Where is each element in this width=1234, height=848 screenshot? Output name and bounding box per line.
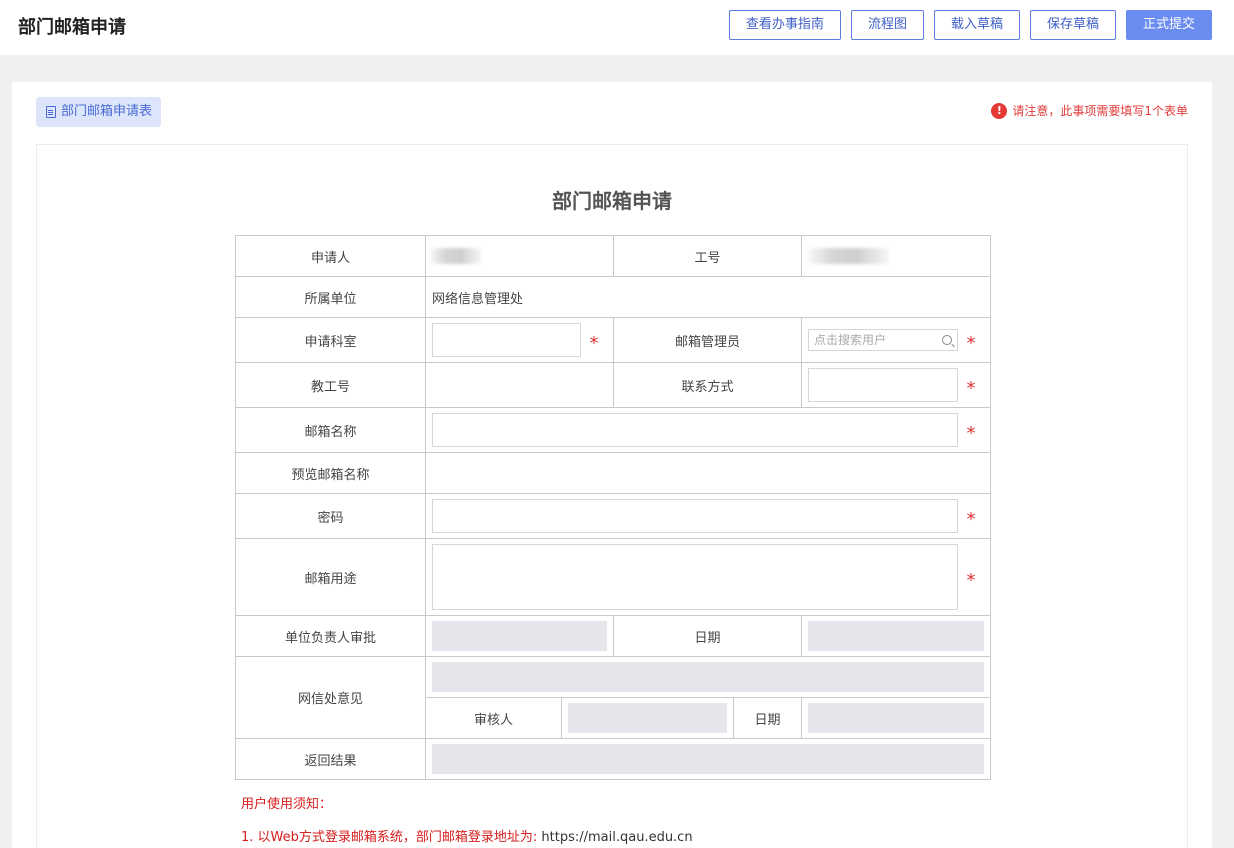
- label-staff-no: 工号: [613, 235, 802, 277]
- unit-leader-review-field: [432, 621, 607, 651]
- redacted-name: [430, 248, 482, 264]
- label-purpose: 邮箱用途: [235, 538, 426, 616]
- document-icon: [46, 106, 56, 118]
- label-unit: 所属单位: [235, 276, 426, 318]
- network-office-opinion-field: [432, 662, 984, 692]
- admin-search-input[interactable]: 点击搜索用户: [808, 329, 958, 351]
- preview-name-value: [425, 452, 991, 494]
- required-mark: *: [966, 569, 976, 591]
- toolbar: 查看办事指南 流程图 载入草稿 保存草稿 正式提交: [728, 10, 1212, 40]
- label-reviewer: 审核人: [425, 697, 562, 739]
- purpose-textarea[interactable]: [432, 544, 958, 610]
- form-row-mailbox-name: 邮箱名称 *: [235, 407, 991, 453]
- warning-icon: !: [991, 102, 1008, 119]
- form-row-unit-review: 单位负责人审批 日期: [235, 615, 991, 657]
- reviewer-field: [568, 703, 727, 733]
- password-input[interactable]: [432, 499, 958, 533]
- form-container: 部门邮箱申请 申请人 工号 所属单位 网络信息管理处 申请科室 * 邮箱管理员 …: [36, 144, 1188, 848]
- form-row-purpose: 邮箱用途 *: [235, 538, 991, 616]
- contact-input[interactable]: [808, 368, 958, 402]
- unit-review-date-field: [808, 621, 984, 651]
- notes-item-1-text: 1. 以Web方式登录邮箱系统，部门邮箱登录地址为:: [241, 830, 542, 845]
- form-row-teacher-no: 教工号 联系方式 *: [235, 362, 991, 408]
- label-contact: 联系方式: [613, 362, 802, 408]
- notice: ! 请注意，此事项需要填写1个表单: [991, 102, 1188, 119]
- redacted-staff-no: [808, 248, 890, 264]
- label-password: 密码: [235, 493, 426, 539]
- label-date: 日期: [613, 615, 802, 657]
- label-applicant: 申请人: [235, 235, 426, 277]
- label-section: 申请科室: [235, 317, 426, 363]
- submit-button[interactable]: 正式提交: [1125, 10, 1212, 40]
- notice-text: 请注意，此事项需要填写1个表单: [1012, 104, 1188, 118]
- label-unit-leader-review: 单位负责人审批: [235, 615, 426, 657]
- load-draft-button[interactable]: 载入草稿: [933, 10, 1020, 40]
- form-row-applicant: 申请人 工号: [235, 235, 991, 277]
- form-row-network-opinion: 网信处意见: [235, 656, 991, 739]
- form-row-unit: 所属单位 网络信息管理处: [235, 276, 991, 318]
- form-row-preview-name: 预览邮箱名称: [235, 452, 991, 494]
- label-mailbox-name: 邮箱名称: [235, 407, 426, 453]
- required-mark: *: [966, 422, 976, 444]
- tab-form-label: 部门邮箱申请表: [61, 104, 153, 119]
- form-card: 部门邮箱申请表 ! 请注意，此事项需要填写1个表单 部门邮箱申请 申请人 工号 …: [12, 82, 1212, 848]
- label-result: 返回结果: [235, 738, 426, 780]
- flowchart-button[interactable]: 流程图: [850, 10, 924, 40]
- save-draft-button[interactable]: 保存草稿: [1029, 10, 1116, 40]
- mail-login-url[interactable]: https://mail.qau.edu.cn: [541, 830, 692, 845]
- required-mark: *: [966, 377, 976, 399]
- mailbox-name-input[interactable]: [432, 413, 958, 447]
- tab-form[interactable]: 部门邮箱申请表: [36, 97, 162, 127]
- form-row-password: 密码 *: [235, 493, 991, 539]
- section-input[interactable]: [432, 323, 581, 357]
- form-row-section: 申请科室 * 邮箱管理员 点击搜索用户 *: [235, 317, 991, 363]
- page-title: 部门邮箱申请: [18, 17, 126, 38]
- label-review-date: 日期: [733, 697, 802, 739]
- applicant-value: [425, 235, 614, 277]
- unit-value: 网络信息管理处: [425, 276, 991, 318]
- required-mark: *: [589, 332, 599, 354]
- usage-notes: 用户使用须知： 1. 以Web方式登录邮箱系统，部门邮箱登录地址为: https…: [241, 793, 693, 848]
- notes-heading: 用户使用须知：: [241, 797, 333, 812]
- review-date-field: [808, 703, 984, 733]
- guide-button[interactable]: 查看办事指南: [728, 10, 841, 40]
- application-form-table: 申请人 工号 所属单位 网络信息管理处 申请科室 * 邮箱管理员 点击搜索用户 …: [235, 235, 991, 780]
- teacher-no-value: [425, 362, 614, 408]
- notes-item-1: 1. 以Web方式登录邮箱系统，部门邮箱登录地址为: https://mail.…: [241, 826, 693, 845]
- label-preview-name: 预览邮箱名称: [235, 452, 426, 494]
- required-mark: *: [966, 332, 976, 354]
- label-network-office-opinion: 网信处意见: [235, 656, 426, 739]
- label-teacher-no: 教工号: [235, 362, 426, 408]
- form-row-result: 返回结果: [235, 738, 991, 780]
- result-field: [432, 744, 984, 774]
- label-admin: 邮箱管理员: [613, 317, 802, 363]
- form-title: 部门邮箱申请: [552, 189, 672, 213]
- staff-no-value: [801, 235, 991, 277]
- top-bar: 部门邮箱申请 查看办事指南 流程图 载入草稿 保存草稿 正式提交: [0, 0, 1234, 55]
- search-icon[interactable]: [942, 335, 952, 345]
- required-mark: *: [966, 508, 976, 530]
- admin-search-placeholder: 点击搜索用户: [814, 333, 887, 347]
